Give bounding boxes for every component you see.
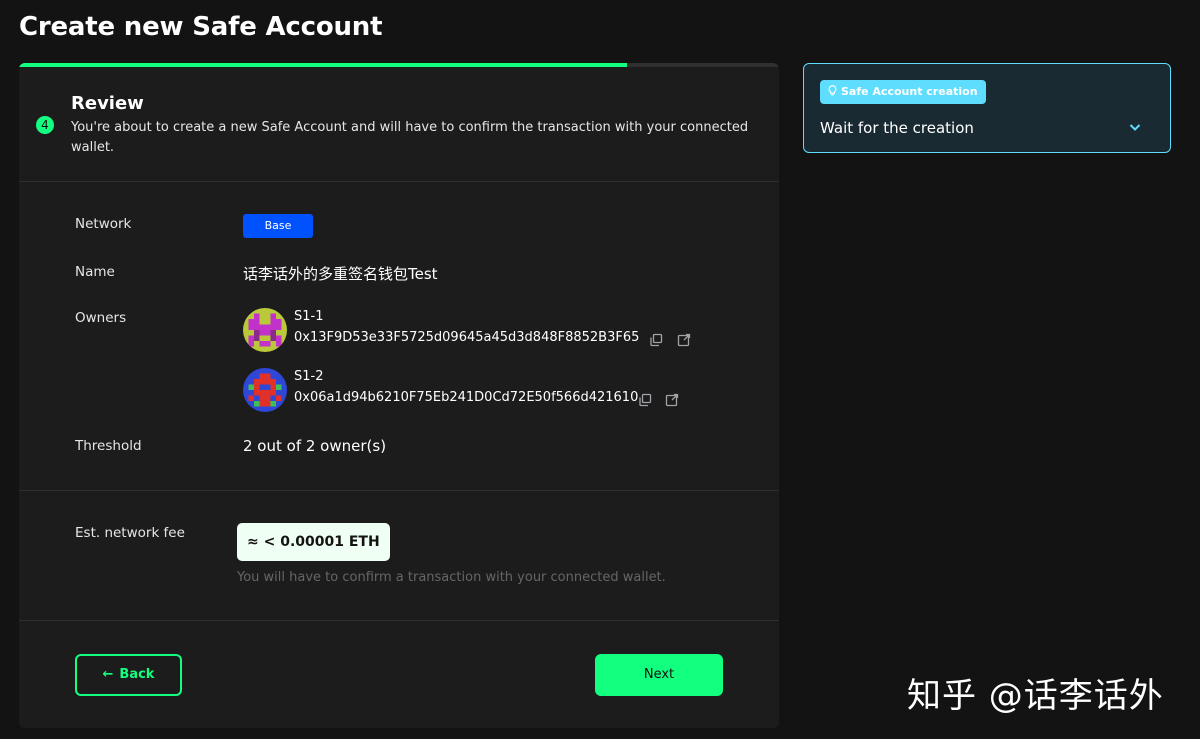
status-badge-label: Safe Account creation [841, 85, 978, 98]
progress-track [19, 63, 779, 67]
page-title: Create new Safe Account [19, 12, 383, 42]
divider [19, 620, 779, 621]
divider [19, 490, 779, 491]
page: Create new Safe Account 4 Review You're … [0, 0, 1200, 739]
external-link-icon[interactable] [677, 332, 691, 347]
step-description: You're about to create a new Safe Accoun… [71, 120, 749, 155]
owner-item: S1-2 0x06a1d94b6210F75Eb241D0Cd72E50f566… [243, 368, 743, 414]
status-text: Wait for the creation [820, 119, 974, 137]
back-button[interactable]: ← Back [75, 654, 182, 696]
lightbulb-icon [828, 80, 837, 104]
review-card: 4 Review You're about to create a new Sa… [19, 63, 779, 728]
owner-item: S1-1 0x13F9D53e33F5725d09645a45d3d848F88… [243, 308, 743, 354]
arrow-left-icon: ← [102, 667, 114, 682]
copy-icon[interactable] [649, 332, 663, 347]
network-chip: Base [243, 214, 313, 238]
safe-name-value: 话李话外的多重签名钱包Test [243, 265, 438, 283]
identicon-avatar [243, 368, 287, 412]
owner-address: 0x06a1d94b6210F75Eb241D0Cd72E50f566d4216… [294, 390, 639, 405]
identicon-avatar [243, 308, 287, 352]
fee-hint: You will have to confirm a transaction w… [237, 570, 666, 585]
chevron-down-icon[interactable] [1127, 119, 1143, 135]
copy-icon[interactable] [638, 392, 652, 407]
name-label: Name [75, 264, 115, 280]
watermark: 知乎 @话李话外 [907, 676, 1164, 716]
owner-name: S1-2 [294, 369, 324, 384]
threshold-value: 2 out of 2 owner(s) [243, 437, 387, 455]
fee-label: Est. network fee [75, 525, 185, 541]
step-number-badge: 4 [36, 116, 54, 134]
external-link-icon[interactable] [665, 392, 679, 407]
back-button-label: Back [119, 667, 155, 682]
status-badge: Safe Account creation [820, 80, 986, 104]
owner-name: S1-1 [294, 309, 324, 324]
step-title: Review [71, 93, 144, 114]
owner-address: 0x13F9D53e33F5725d09645a45d3d848F8852B3F… [294, 330, 640, 345]
network-label: Network [75, 216, 132, 232]
owners-label: Owners [75, 310, 127, 326]
threshold-label: Threshold [75, 438, 142, 454]
fee-value-chip: ≈ < 0.00001 ETH [237, 523, 390, 561]
progress-fill [19, 63, 627, 67]
next-button[interactable]: Next [595, 654, 723, 696]
divider [19, 181, 779, 182]
creation-status-panel[interactable]: Safe Account creation Wait for the creat… [803, 63, 1171, 153]
